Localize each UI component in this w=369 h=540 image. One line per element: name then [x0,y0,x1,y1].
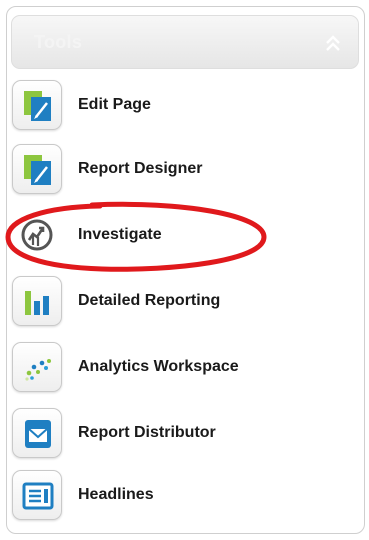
tool-label-report-distributor: Report Distributor [78,424,216,441]
tool-label-detailed-reporting: Detailed Reporting [78,292,221,309]
tool-item-analytics-workspace[interactable]: Analytics Workspace [12,342,342,398]
detailed-reporting-tile [12,276,62,326]
analytics-workspace-tile [12,342,62,392]
tool-item-edit-page[interactable]: Edit Page [12,80,342,136]
investigate-tile [12,210,62,260]
tool-label-headlines: Headlines [78,486,154,503]
tool-label-edit-page: Edit Page [78,96,151,113]
edit-page-icon [24,91,51,121]
tool-item-investigate[interactable]: Investigate [12,210,342,266]
newspaper-icon [22,482,54,510]
tool-item-headlines[interactable]: Headlines [12,470,342,526]
investigate-icon [21,219,53,251]
panel-title: Tools [34,32,83,52]
report-designer-icon [24,155,51,185]
report-distributor-tile [12,408,62,458]
tool-item-detailed-reporting[interactable]: Detailed Reporting [12,276,342,332]
double-chevron-up-icon[interactable] [322,32,344,54]
tool-item-report-distributor[interactable]: Report Distributor [12,408,342,464]
scatter-dots-icon [25,359,51,381]
report-designer-tile [12,144,62,194]
tool-item-report-designer[interactable]: Report Designer [12,144,342,200]
tool-label-analytics-workspace: Analytics Workspace [78,358,239,375]
edit-page-tile [12,80,62,130]
headlines-tile [12,470,62,520]
tool-label-investigate: Investigate [78,226,162,243]
tools-panel-header[interactable]: Tools [11,15,359,69]
bar-chart-icon [25,291,49,315]
envelope-icon [25,420,51,448]
tool-label-report-designer: Report Designer [78,160,203,177]
